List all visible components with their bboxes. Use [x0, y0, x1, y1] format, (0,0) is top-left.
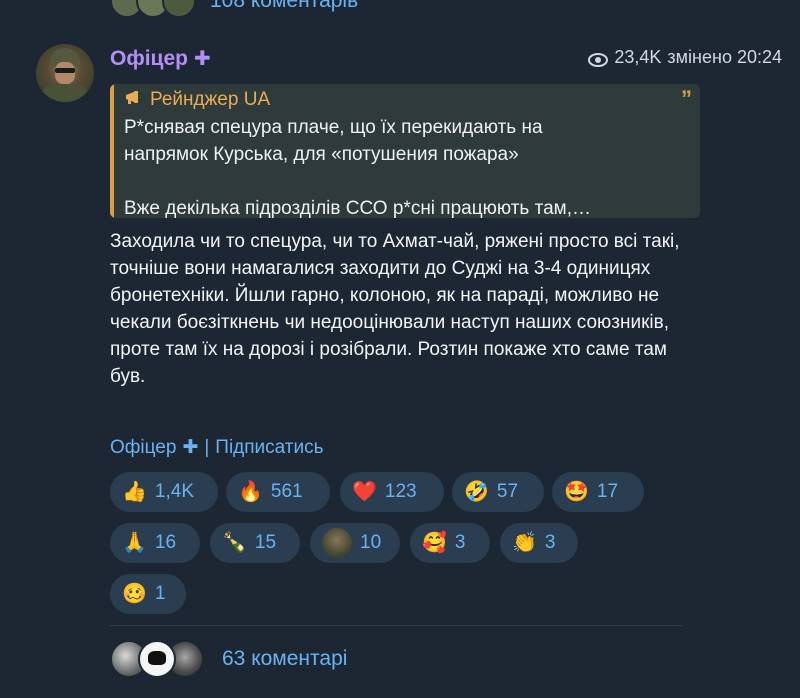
woozy-face-icon: 🥴	[122, 583, 147, 605]
heart-icon: ❤️	[352, 481, 377, 503]
reaction-count: 3	[544, 532, 556, 553]
quote-source-name[interactable]: Рейнджер UA	[150, 89, 270, 111]
commenter-avatars	[110, 0, 196, 18]
commenter-avatar	[138, 640, 176, 678]
quote-mark-icon: ”	[681, 86, 692, 111]
quote-line: Вже декілька підрозділів ССО р*сні працю…	[124, 198, 591, 218]
reaction-count: 1	[154, 583, 166, 604]
megaphone-icon	[124, 89, 144, 111]
reaction-thumbs-up[interactable]: 👍 1,4K	[110, 472, 218, 512]
post-meta: 23,4K змінено 20:24	[588, 47, 782, 68]
reaction-rofl[interactable]: 🤣 57	[452, 472, 544, 512]
quote-line: Р*снявая спецура плаче, що їх перекидают…	[124, 117, 543, 138]
subscribe-link[interactable]: Підписатись	[215, 437, 323, 459]
reaction-count: 17	[596, 481, 619, 502]
star-struck-icon: 🤩	[564, 481, 589, 503]
clap-icon: 👏	[512, 532, 537, 554]
reaction-count: 16	[154, 532, 177, 553]
view-count: 23,4K	[614, 47, 662, 67]
comments-count-label[interactable]: 63 коментарі	[222, 647, 347, 671]
post-signature: Офіцер ✚ | Підписатись	[110, 436, 324, 459]
reaction-woozy[interactable]: 🥴 1	[110, 574, 186, 614]
reaction-count: 1,4K	[154, 481, 194, 502]
quote-accent-bar	[110, 84, 114, 218]
divider	[110, 625, 682, 626]
commenter-avatar	[162, 0, 196, 18]
thumbs-up-icon: 👍	[122, 481, 147, 503]
forwarded-quote[interactable]: ” Рейнджер UA Р*снявая спецура плаче, що…	[110, 84, 700, 218]
comments-button[interactable]: 63 коментарі	[110, 640, 347, 678]
fire-icon: 🔥	[238, 481, 263, 503]
smiling-hearts-icon: 🥰	[422, 532, 447, 554]
reaction-count: 123	[384, 481, 417, 502]
reaction-count: 57	[496, 481, 519, 502]
channel-avatar[interactable]	[36, 44, 94, 102]
reaction-fire[interactable]: 🔥 561	[226, 472, 330, 512]
quote-text: Р*снявая спецура плаче, що їх перекидают…	[124, 114, 684, 218]
signature-badge-icon: ✚	[182, 437, 199, 458]
reaction-champagne[interactable]: 🍾 15	[210, 523, 300, 563]
reaction-clap[interactable]: 👏 3	[500, 523, 578, 563]
reaction-count: 10	[360, 532, 382, 553]
reaction-pray[interactable]: 🙏 16	[110, 523, 200, 563]
edited-time: змінено 20:24	[667, 47, 782, 67]
post-author[interactable]: Офіцер ✚	[110, 46, 211, 71]
telegram-channel-feed: 108 коментарів Офіцер ✚ 23,4K змінено 20…	[0, 0, 800, 698]
signature-channel-link[interactable]: Офіцер	[110, 437, 176, 459]
reaction-count: 3	[454, 532, 466, 553]
post-text: Заходила чи то спецура, чи то Ахмат-чай,…	[110, 231, 680, 387]
pray-icon: 🙏	[122, 532, 147, 554]
signature-separator: |	[204, 436, 210, 458]
eye-icon	[588, 51, 609, 67]
quote-line: напрямок Курська, для «потушения пожара»	[124, 144, 519, 165]
author-name[interactable]: Офіцер	[110, 47, 188, 71]
reaction-count: 15	[254, 532, 277, 553]
reaction-heart[interactable]: ❤️ 123	[340, 472, 444, 512]
reaction-star-struck[interactable]: 🤩 17	[552, 472, 644, 512]
reaction-count: 561	[270, 481, 303, 502]
author-badge-icon: ✚	[193, 48, 211, 70]
reaction-smiling-hearts[interactable]: 🥰 3	[410, 523, 490, 563]
previous-comments-label[interactable]: 108 коментарів	[210, 0, 358, 13]
rofl-icon: 🤣	[464, 481, 489, 503]
avatar-icon	[322, 528, 352, 558]
quote-source[interactable]: Рейнджер UA	[124, 89, 270, 111]
reaction-custom-avatar[interactable]: 10	[310, 523, 400, 563]
champagne-icon: 🍾	[222, 532, 247, 554]
previous-post-comments[interactable]: 108 коментарів	[110, 0, 358, 18]
